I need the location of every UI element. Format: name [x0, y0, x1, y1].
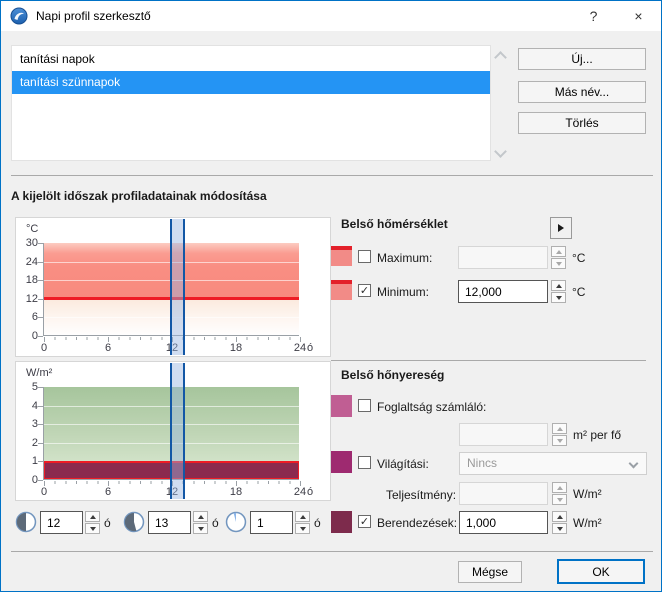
section-title: A kijelölt időszak profiladatainak módos… [11, 189, 267, 203]
spinner-down-icon[interactable] [85, 523, 100, 534]
equipment-unit: W/m² [573, 516, 602, 530]
equipment-label: Berendezések: [377, 516, 458, 530]
heatgain-header: Belső hőnyereség [341, 368, 445, 382]
spinner-up-icon[interactable] [551, 280, 566, 291]
spinner-down-icon [552, 494, 567, 505]
spinner-up-icon [551, 246, 566, 257]
duration-time-input[interactable] [250, 511, 293, 534]
duration-time-spinner[interactable] [295, 511, 310, 534]
spinner-up-icon [552, 423, 567, 434]
spinner-down-icon[interactable] [551, 292, 566, 303]
equipment-spinner[interactable] [552, 511, 567, 534]
occupancy-input [459, 423, 548, 446]
rename-button[interactable]: Más név... [518, 81, 646, 103]
max-unit: °C [572, 251, 586, 265]
power-label: Teljesítmény: [386, 488, 457, 502]
spinner-up-icon[interactable] [295, 511, 310, 522]
titlebar: Napi profil szerkesztő ? × [1, 1, 661, 31]
duration-time-unit: ó [314, 516, 321, 530]
temperature-header: Belső hőmérséklet [341, 217, 448, 231]
list-item[interactable]: tanítási szünnapok [12, 71, 490, 94]
list-item[interactable]: tanítási napok [12, 48, 490, 71]
spinner-down-icon[interactable] [193, 523, 208, 534]
divider [11, 551, 653, 552]
lighting-checkbox[interactable] [358, 456, 371, 469]
occupancy-spinner [552, 423, 567, 446]
min-spinner[interactable] [551, 280, 566, 303]
start-time-spinner[interactable] [85, 511, 100, 534]
spinner-up-icon[interactable] [193, 511, 208, 522]
lighting-color-swatch [331, 451, 352, 473]
max-checkbox[interactable] [358, 250, 371, 263]
temperature-chart-y-axis-label: °C [26, 223, 39, 235]
start-time-unit: ó [104, 516, 111, 530]
scroll-up-icon[interactable] [494, 51, 507, 64]
occupancy-color-swatch [331, 395, 352, 417]
min-input[interactable] [458, 280, 548, 303]
close-button[interactable]: × [616, 1, 661, 31]
ok-button[interactable]: OK [557, 559, 645, 584]
selection-band[interactable] [170, 219, 185, 355]
equipment-input[interactable] [459, 511, 548, 534]
min-color-swatch [331, 280, 352, 300]
app-icon [10, 7, 28, 25]
min-label: Minimum: [377, 285, 430, 299]
selection-band[interactable] [170, 363, 185, 499]
dialog-napi-profil-szerkeszto: Napi profil szerkesztő ? × tanítási napo… [0, 0, 662, 592]
spinner-down-icon [551, 258, 566, 269]
end-time-spinner[interactable] [193, 511, 208, 534]
help-button[interactable]: ? [571, 1, 616, 31]
occupancy-unit: m² per fő [573, 428, 622, 442]
spinner-up-icon [552, 482, 567, 493]
lighting-label: Világítási: [377, 457, 429, 471]
heatgain-chart-panel[interactable]: W/m² 0 1 2 3 4 5 0 6 12 18 24 ó [15, 361, 331, 501]
spinner-down-icon[interactable] [552, 523, 567, 534]
lighting-dropdown: Nincs [459, 452, 647, 475]
profile-list[interactable]: tanítási napok tanítási szünnapok [11, 45, 491, 161]
end-time-input[interactable] [148, 511, 191, 534]
max-label: Maximum: [377, 251, 433, 265]
max-input [458, 246, 548, 269]
temperature-chart-panel[interactable]: °C 0 6 12 18 24 30 0 6 12 18 24 ó [15, 217, 331, 357]
equipment-color-swatch [331, 511, 352, 533]
power-unit: W/m² [573, 487, 602, 501]
power-input [459, 482, 548, 505]
flyout-button[interactable] [550, 217, 572, 239]
scroll-down-icon[interactable] [494, 145, 507, 158]
delete-button[interactable]: Törlés [518, 112, 646, 134]
divider [11, 175, 653, 176]
divider [331, 360, 646, 361]
spinner-down-icon [552, 435, 567, 446]
new-button[interactable]: Új... [518, 48, 646, 70]
spinner-up-icon[interactable] [85, 511, 100, 522]
power-spinner [552, 482, 567, 505]
chevron-down-icon [628, 458, 639, 469]
spinner-down-icon[interactable] [295, 523, 310, 534]
equipment-checkbox[interactable]: ✓ [358, 515, 371, 528]
duration-clock-icon [225, 511, 247, 533]
window-title: Napi profil szerkesztő [36, 9, 151, 23]
right-triangle-icon [558, 224, 564, 232]
lighting-dropdown-value: Nincs [467, 456, 498, 470]
occupancy-label: Foglaltság számláló: [377, 400, 487, 414]
max-color-swatch [331, 246, 352, 266]
spinner-up-icon[interactable] [552, 511, 567, 522]
cancel-button[interactable]: Mégse [458, 561, 522, 583]
end-time-unit: ó [212, 516, 219, 530]
start-clock-icon [15, 511, 37, 533]
min-unit: °C [572, 285, 586, 299]
heatgain-chart-y-axis-label: W/m² [26, 367, 53, 379]
max-spinner [551, 246, 566, 269]
end-clock-icon [123, 511, 145, 533]
occupancy-checkbox[interactable] [358, 399, 371, 412]
min-checkbox[interactable]: ✓ [358, 284, 371, 297]
start-time-input[interactable] [40, 511, 83, 534]
